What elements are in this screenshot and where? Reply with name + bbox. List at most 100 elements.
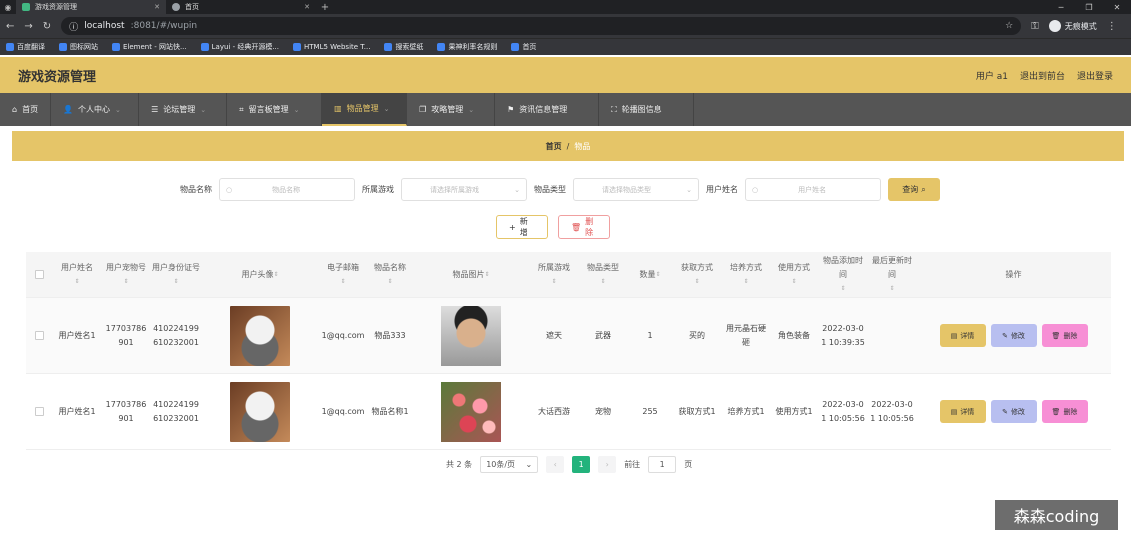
add-button[interactable]: + 新增 xyxy=(496,215,548,239)
delete-label: 删除 xyxy=(585,217,594,237)
sort-icon[interactable]: ⇕ xyxy=(273,268,278,282)
sort-icon[interactable]: ⇕ xyxy=(123,275,128,289)
browser-tab-active[interactable]: 游戏资源管理 ✕ xyxy=(16,0,166,14)
nav-item-forum[interactable]: ☰ 论坛管理 ⌄ xyxy=(139,93,228,126)
sort-icon[interactable]: ⇕ xyxy=(340,275,345,289)
detail-button[interactable]: ▤ 详情 xyxy=(939,400,986,423)
key-icon[interactable]: ⚿ xyxy=(1031,21,1039,32)
new-tab-button[interactable]: + xyxy=(316,0,334,14)
col-header[interactable]: 电子邮箱 ⇕ xyxy=(318,252,368,297)
cell-obtain: 买的 xyxy=(689,330,705,340)
item-name-label: 物品名称 xyxy=(180,185,212,194)
goto-page-input[interactable]: 1 xyxy=(648,456,677,473)
sort-icon[interactable]: ⇕ xyxy=(387,275,392,289)
to-frontend-link[interactable]: 退出到前台 xyxy=(1020,69,1065,82)
nav-item-messages[interactable]: ⌗ 留言板管理 ⌄ xyxy=(227,93,323,126)
col-header[interactable]: 最后更新时间 ⇕ xyxy=(868,252,916,297)
delete-button[interactable]: 🗑 删除 xyxy=(558,215,610,239)
col-header[interactable]: 物品图片 ⇕ xyxy=(412,252,530,297)
sort-icon[interactable]: ⇕ xyxy=(655,268,660,282)
bookmark-item[interactable]: HTML5 Website T... xyxy=(293,43,370,51)
item-image[interactable] xyxy=(441,381,501,442)
col-header[interactable]: 用户姓名 ⇕ xyxy=(52,252,102,297)
col-header[interactable]: 物品添加时间 ⇕ xyxy=(818,252,868,297)
close-icon[interactable]: ✕ xyxy=(304,3,310,11)
sort-icon[interactable]: ⇕ xyxy=(743,275,748,289)
nav-item-guides[interactable]: ❐ 攻略管理 ⌄ xyxy=(407,93,496,126)
sort-icon[interactable]: ⇕ xyxy=(889,282,894,296)
sort-icon[interactable]: ⇕ xyxy=(600,275,605,289)
forward-icon[interactable]: → xyxy=(24,21,32,32)
item-name-input[interactable]: ○ 物品名称 xyxy=(219,178,355,201)
pagination: 共 2 条 10条/页 ⌄ ‹ 1 › 前往 1 页 xyxy=(446,456,692,473)
sort-icon[interactable]: ⇕ xyxy=(840,282,845,296)
close-icon[interactable]: ✕ xyxy=(154,3,160,11)
nav-item-items[interactable]: ▥ 物品管理 ⌄ xyxy=(322,93,408,126)
game-select[interactable]: 请选择所属游戏 ⌄ xyxy=(401,178,527,201)
doc-icon: ▤ xyxy=(950,407,958,416)
search-button[interactable]: 查询 ⌕ xyxy=(888,178,940,201)
minimize-icon[interactable]: ─ xyxy=(1047,0,1075,14)
col-header[interactable]: 用户身份证号 ⇕ xyxy=(150,252,202,297)
edit-button[interactable]: ✎ 修改 xyxy=(990,324,1037,347)
restore-icon[interactable]: ❐ xyxy=(1075,0,1103,14)
bookmark-item[interactable]: 果神利率名规则 xyxy=(437,42,497,52)
back-icon[interactable]: ← xyxy=(6,21,14,32)
tab-search-icon[interactable]: ◉ xyxy=(0,0,16,14)
detail-button[interactable]: ▤ 详情 xyxy=(939,324,986,347)
col-header[interactable]: 物品类型 ⇕ xyxy=(578,252,628,297)
col-header[interactable]: 用户宠物号 ⇕ xyxy=(102,252,150,297)
col-header[interactable]: 使用方式 ⇕ xyxy=(770,252,818,297)
col-header[interactable]: 所属游戏 ⇕ xyxy=(530,252,578,297)
col-header[interactable]: 用户头像 ⇕ xyxy=(202,252,318,297)
breadcrumb-home[interactable]: 首页 xyxy=(546,141,562,152)
sort-icon[interactable]: ⇕ xyxy=(173,275,178,289)
incognito-indicator[interactable]: 无痕模式 xyxy=(1048,20,1097,32)
user-avatar-image[interactable] xyxy=(230,381,290,442)
bookmark-item[interactable]: 百度翻译 xyxy=(6,42,45,52)
sort-icon[interactable]: ⇕ xyxy=(551,275,556,289)
sort-icon[interactable]: ⇕ xyxy=(694,275,699,289)
bookmark-item[interactable]: Element - 网站快... xyxy=(112,42,187,52)
bookmark-item[interactable]: 首页 xyxy=(511,42,536,52)
sort-icon[interactable]: ⇕ xyxy=(484,268,489,282)
checkbox[interactable] xyxy=(34,270,44,279)
bookmark-item[interactable]: 图标网站 xyxy=(59,42,98,52)
url-field[interactable]: ⓘ localhost:8081/#/wupin ☆ xyxy=(61,17,1022,35)
page-number[interactable]: 1 xyxy=(572,456,591,473)
next-page-button[interactable]: › xyxy=(598,456,617,473)
bookmark-item[interactable]: 搜索壁纸 xyxy=(384,42,423,52)
row-checkbox[interactable] xyxy=(34,407,44,416)
nav-item-carousel[interactable]: ⛶ 轮播图信息 xyxy=(599,93,695,126)
type-select[interactable]: 请选择物品类型 ⌄ xyxy=(573,178,699,201)
select-all-checkbox[interactable] xyxy=(26,252,52,297)
prev-page-button[interactable]: ‹ xyxy=(546,456,565,473)
info-icon[interactable]: ⓘ xyxy=(69,20,78,33)
sort-icon[interactable]: ⇕ xyxy=(74,275,79,289)
nav-item-news[interactable]: ⚑ 资讯信息管理 xyxy=(495,93,600,126)
item-image[interactable] xyxy=(441,305,501,366)
star-icon[interactable]: ☆ xyxy=(1005,21,1013,31)
reload-icon[interactable]: ↻ xyxy=(43,21,51,32)
logout-link[interactable]: 退出登录 xyxy=(1077,69,1113,82)
bookmark-item[interactable]: Layui - 经典开源模... xyxy=(200,42,279,52)
nav-item-personal[interactable]: 👤 个人中心 ⌄ xyxy=(51,93,140,126)
menu-icon[interactable]: ⋮ xyxy=(1107,21,1117,32)
sort-icon[interactable]: ⇕ xyxy=(791,275,796,289)
delete-row-button[interactable]: 🗑 删除 xyxy=(1041,324,1088,347)
crop-icon: ⌗ xyxy=(239,104,244,114)
user-name-input[interactable]: ○ 用户姓名 xyxy=(745,178,881,201)
col-header[interactable]: 培养方式 ⇕ xyxy=(722,252,770,297)
browser-tab[interactable]: 首页 ✕ xyxy=(166,0,316,14)
col-header[interactable]: 数量 ⇕ xyxy=(628,252,672,297)
edit-button[interactable]: ✎ 修改 xyxy=(990,400,1037,423)
close-window-icon[interactable]: ✕ xyxy=(1103,0,1131,14)
nav-item-home[interactable]: ⌂ 首页 xyxy=(0,93,52,126)
user-avatar-image[interactable] xyxy=(230,305,290,366)
page-size-select[interactable]: 10条/页 ⌄ xyxy=(480,456,539,473)
col-header[interactable]: 获取方式 ⇕ xyxy=(672,252,722,297)
col-header[interactable]: 物品名称 ⇕ xyxy=(368,252,412,297)
delete-row-button[interactable]: 🗑 删除 xyxy=(1041,400,1088,423)
col-title: 物品名称 xyxy=(374,262,406,272)
row-checkbox[interactable] xyxy=(34,331,44,340)
